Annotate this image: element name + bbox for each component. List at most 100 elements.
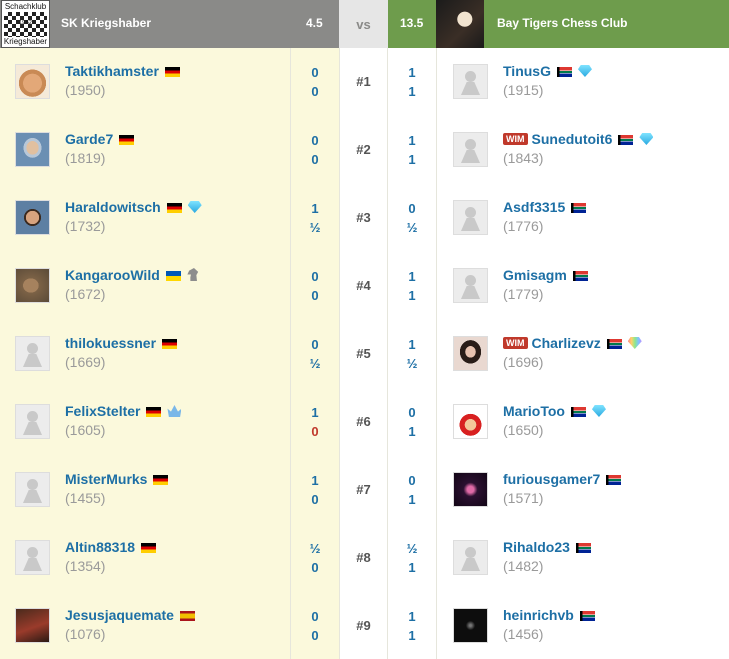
left-player-name[interactable]: Taktikhamster xyxy=(65,63,159,79)
right-player-name[interactable]: Sunedutoit6 xyxy=(532,131,613,147)
player-avatar[interactable] xyxy=(15,64,50,99)
left-player-name[interactable]: Jesusjaquemate xyxy=(65,607,174,623)
right-player-name[interactable]: TinusG xyxy=(503,63,551,79)
left-player-rating: (1819) xyxy=(65,150,106,166)
club-photo[interactable] xyxy=(436,0,484,48)
left-player-name[interactable]: thilokuessner xyxy=(65,335,156,351)
right-player-name[interactable]: heinrichvb xyxy=(503,607,574,623)
default-pawn-avatar[interactable] xyxy=(453,200,488,235)
game-score-link[interactable]: ½ xyxy=(291,220,339,235)
player-avatar[interactable] xyxy=(453,608,488,643)
left-player-name[interactable]: FelixStelter xyxy=(65,403,140,419)
right-player-name[interactable]: MarioToo xyxy=(503,403,565,419)
player-avatar[interactable] xyxy=(453,404,488,439)
game-score-link[interactable]: 1 xyxy=(388,560,436,575)
right-player-cell: WIM Charlizevz (1696) xyxy=(436,320,729,388)
left-player-cell: KangarooWild (1672) xyxy=(0,252,291,320)
game-score-link[interactable]: 0 xyxy=(291,269,339,284)
default-pawn-avatar[interactable] xyxy=(15,404,50,439)
game-score-link[interactable]: 0 xyxy=(388,405,436,420)
board-number-cell: #7 xyxy=(339,456,388,524)
game-score-link[interactable]: ½ xyxy=(388,220,436,235)
default-pawn-avatar[interactable] xyxy=(453,64,488,99)
right-club-score: 13.5 xyxy=(400,16,424,30)
game-score-link[interactable]: 0 xyxy=(291,152,339,167)
right-player-name[interactable]: Asdf3315 xyxy=(503,199,565,215)
left-player-name[interactable]: Altin88318 xyxy=(65,539,135,555)
game-score-link[interactable]: 1 xyxy=(388,628,436,643)
left-player-name[interactable]: MisterMurks xyxy=(65,471,147,487)
game-score-link[interactable]: 1 xyxy=(388,492,436,507)
game-score-link[interactable]: 1 xyxy=(388,337,436,352)
flag-de-icon xyxy=(153,475,169,485)
right-player-cell: furiousgamer7 (1571) xyxy=(436,456,729,524)
game-score-link[interactable]: 0 xyxy=(291,609,339,624)
right-player-name-line: WIM Charlizevz xyxy=(503,335,642,351)
club-logo-year: 19 52 xyxy=(19,20,32,26)
player-avatar[interactable] xyxy=(15,132,50,167)
right-player-name[interactable]: Rihaldo23 xyxy=(503,539,570,555)
right-player-name[interactable]: Charlizevz xyxy=(532,335,601,351)
board-row: Jesusjaquemate (1076) 0 0 #9 1 1 heinrichvb (145… xyxy=(0,592,729,659)
board-row: Haraldowitsch (1732) 1 ½ #3 0 ½ Asdf3315 (1776) xyxy=(0,184,729,252)
default-pawn-avatar[interactable] xyxy=(15,540,50,575)
right-player-name[interactable]: Gmisagm xyxy=(503,267,567,283)
game-score-link[interactable]: ½ xyxy=(291,541,339,556)
player-avatar[interactable] xyxy=(15,268,50,303)
game-score-link[interactable]: ½ xyxy=(388,356,436,371)
game-score-link[interactable]: 1 xyxy=(388,65,436,80)
right-club-name[interactable]: Bay Tigers Chess Club xyxy=(497,16,628,30)
right-player-name[interactable]: furiousgamer7 xyxy=(503,471,600,487)
game-score-link[interactable]: 0 xyxy=(291,424,339,439)
game-score-link[interactable]: 1 xyxy=(388,269,436,284)
player-avatar[interactable] xyxy=(15,200,50,235)
game-score-link[interactable]: 0 xyxy=(388,473,436,488)
game-score-link[interactable]: 1 xyxy=(291,405,339,420)
club-logo[interactable]: Schachklub 19 52 Kriegshaber xyxy=(1,0,50,48)
player-avatar[interactable] xyxy=(453,336,488,371)
player-avatar[interactable] xyxy=(453,472,488,507)
game-score-link[interactable]: 0 xyxy=(291,133,339,148)
right-scores-cell: 01 xyxy=(388,456,436,524)
left-club-name[interactable]: SK Kriegshaber xyxy=(61,16,151,30)
game-score-link[interactable]: 0 xyxy=(291,84,339,99)
left-player-name[interactable]: Garde7 xyxy=(65,131,113,147)
default-pawn-avatar[interactable] xyxy=(453,132,488,167)
game-score-link[interactable]: 1 xyxy=(291,201,339,216)
default-pawn-avatar[interactable] xyxy=(15,472,50,507)
left-player-rating: (1732) xyxy=(65,218,106,234)
diamond-icon xyxy=(577,65,592,77)
game-score-link[interactable]: 1 xyxy=(388,152,436,167)
game-score-link[interactable]: ½ xyxy=(291,356,339,371)
left-player-cell: MisterMurks (1455) xyxy=(0,456,291,524)
game-score-link[interactable]: 1 xyxy=(388,288,436,303)
default-pawn-avatar[interactable] xyxy=(453,268,488,303)
right-player-name-line: Rihaldo23 xyxy=(503,539,591,555)
left-player-name-line: Taktikhamster xyxy=(65,63,180,79)
default-pawn-avatar[interactable] xyxy=(453,540,488,575)
game-score-link[interactable]: 0 xyxy=(291,288,339,303)
right-scores-cell: 0½ xyxy=(388,184,436,252)
left-player-name[interactable]: Haraldowitsch xyxy=(65,199,161,215)
left-player-cell: thilokuessner (1669) xyxy=(0,320,291,388)
game-score-link[interactable]: 0 xyxy=(291,492,339,507)
game-score-link[interactable]: 1 xyxy=(388,84,436,99)
game-score-link[interactable]: 0 xyxy=(388,201,436,216)
game-score-link[interactable]: 1 xyxy=(388,133,436,148)
game-score-link[interactable]: 1 xyxy=(291,473,339,488)
left-player-name-line: Altin88318 xyxy=(65,539,157,555)
game-score-link[interactable]: 0 xyxy=(291,628,339,643)
flag-de-icon xyxy=(141,543,157,553)
player-avatar[interactable] xyxy=(15,608,50,643)
left-scores-cell: 00 xyxy=(291,252,339,320)
left-player-name-line: Haraldowitsch xyxy=(65,199,202,215)
game-score-link[interactable]: 1 xyxy=(388,424,436,439)
game-score-link[interactable]: 0 xyxy=(291,337,339,352)
game-score-link[interactable]: 0 xyxy=(291,560,339,575)
game-score-link[interactable]: 0 xyxy=(291,65,339,80)
game-score-link[interactable]: ½ xyxy=(388,541,436,556)
right-scores-cell: 11 xyxy=(388,252,436,320)
default-pawn-avatar[interactable] xyxy=(15,336,50,371)
left-player-name[interactable]: KangarooWild xyxy=(65,267,160,283)
game-score-link[interactable]: 1 xyxy=(388,609,436,624)
